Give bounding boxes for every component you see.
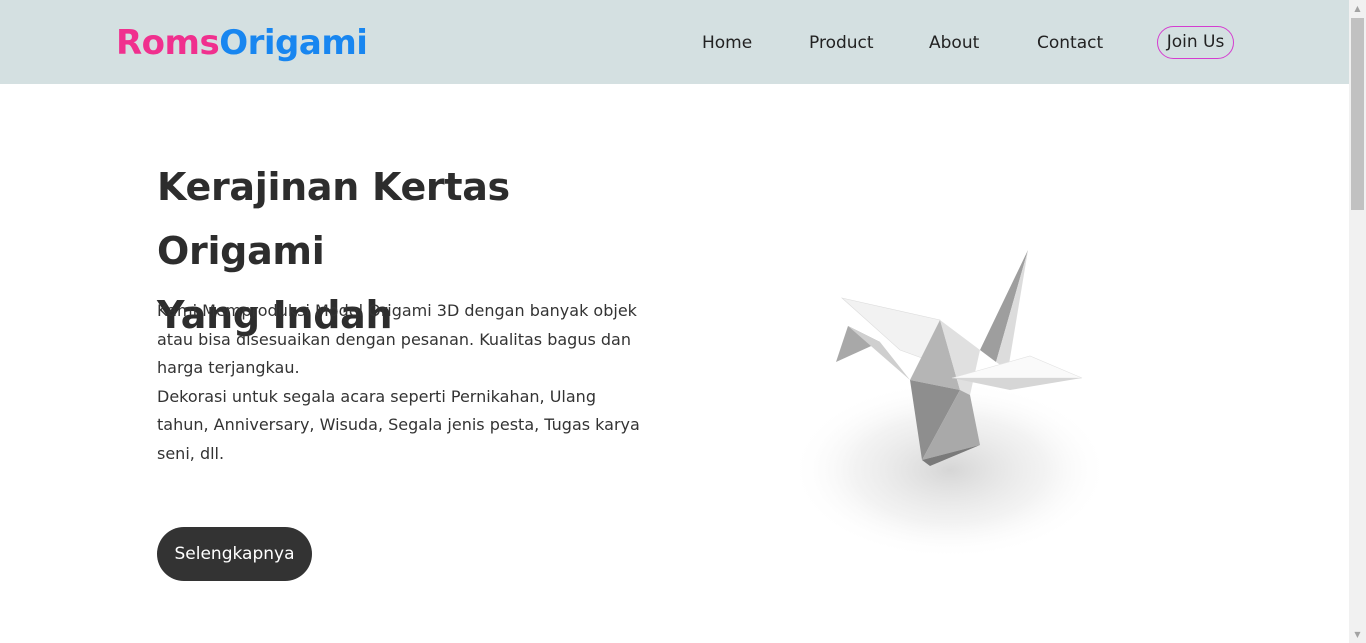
nav-home[interactable]: Home: [702, 31, 752, 55]
scroll-down-arrow-icon[interactable]: ▼: [1352, 630, 1363, 640]
brand-part-origami: Origami: [219, 23, 368, 63]
selengkapnya-button[interactable]: Selengkapnya: [157, 527, 312, 581]
nav-about[interactable]: About: [929, 31, 979, 55]
page: RomsOrigami Home Product About Contact J…: [0, 0, 1366, 643]
scroll-up-arrow-icon[interactable]: ▲: [1352, 4, 1363, 14]
brand-part-roms: Roms: [116, 23, 220, 63]
hero-description-para1: Kami Memproduksi Model Origami 3D dengan…: [157, 301, 637, 377]
join-us-button[interactable]: Join Us: [1157, 26, 1234, 59]
scrollbar-thumb[interactable]: [1351, 18, 1364, 210]
navbar: RomsOrigami Home Product About Contact J…: [0, 0, 1349, 84]
hero-title-line1: Kerajinan Kertas Origami: [157, 165, 510, 273]
nav-product[interactable]: Product: [809, 31, 874, 55]
hero-description-para2: Dekorasi untuk segala acara seperti Pern…: [157, 386, 640, 463]
origami-crane-image: [790, 250, 1110, 560]
hero-description: Kami Memproduksi Model Origami 3D dengan…: [157, 297, 647, 468]
brand-logo[interactable]: RomsOrigami: [116, 22, 368, 64]
nav-contact[interactable]: Contact: [1037, 31, 1103, 55]
